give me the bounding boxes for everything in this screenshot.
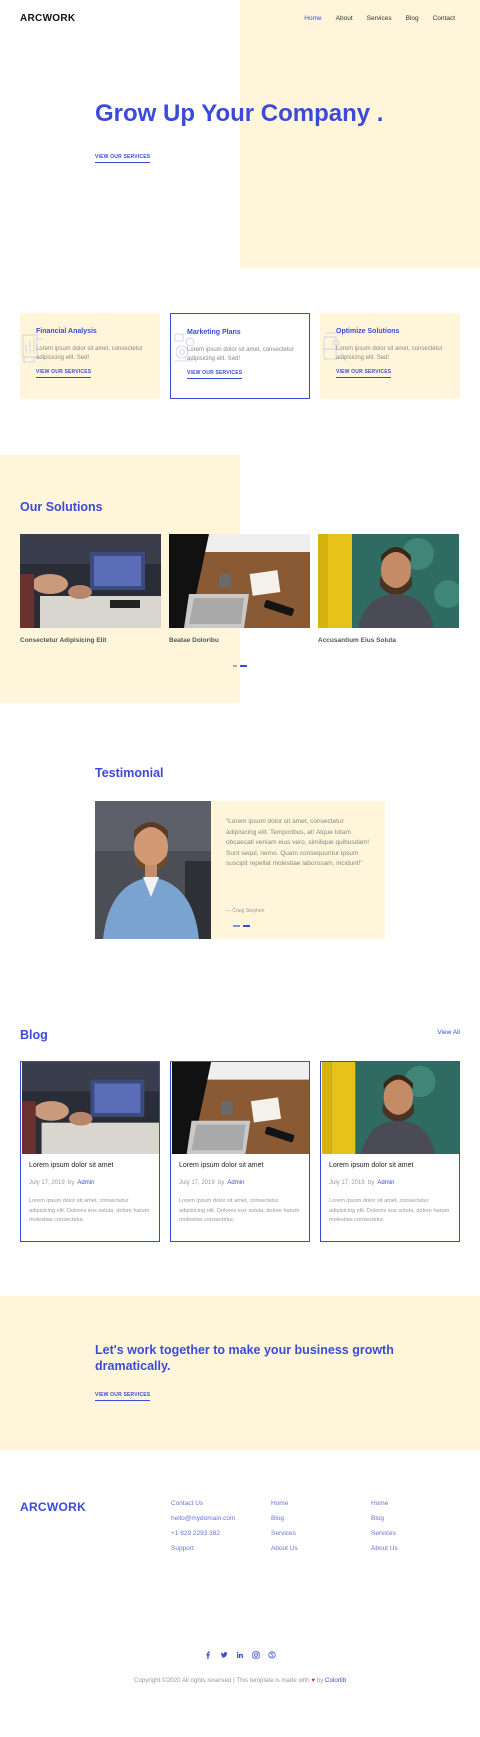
linkedin-icon[interactable] xyxy=(236,1646,244,1658)
blog-image-laptop xyxy=(172,1062,309,1154)
copyright: Copyright ©2020 All rights reserved | Th… xyxy=(0,1677,480,1684)
footer-link[interactable]: Contact Us xyxy=(171,1496,235,1511)
solution-caption[interactable]: Consectetur Adipisicing Elit xyxy=(20,637,106,644)
nav-about[interactable]: About xyxy=(336,15,353,22)
nav-contact[interactable]: Contact xyxy=(433,15,455,22)
blog-title: Blog xyxy=(20,1028,48,1042)
blog-post-author[interactable]: Admin xyxy=(77,1180,94,1186)
blog-post-excerpt: Lorem ipsum dolor sit amet, consectetur … xyxy=(179,1198,300,1223)
blog-image-meeting xyxy=(22,1062,159,1154)
blog-post-excerpt: Lorem ipsum dolor sit amet, consectetur … xyxy=(29,1198,150,1223)
carousel-dot-active[interactable] xyxy=(243,925,250,927)
service-title: Optimize Solutions xyxy=(336,328,400,335)
service-link[interactable]: VIEW OUR SERVICES xyxy=(336,369,392,378)
instagram-icon[interactable] xyxy=(252,1646,260,1659)
footer-link[interactable]: About Us xyxy=(371,1541,398,1556)
footer-logo[interactable]: ARCWORK xyxy=(20,1500,86,1514)
service-link[interactable]: VIEW OUR SERVICES xyxy=(36,369,92,378)
solutions-carousel-dots xyxy=(233,665,247,667)
blog-card[interactable]: Lorem ipsum dolor sit amet July 17, 2019… xyxy=(20,1061,160,1242)
testimonial-photo xyxy=(95,801,211,939)
nav-blog[interactable]: Blog xyxy=(406,15,419,22)
service-title: Marketing Plans xyxy=(187,329,241,336)
cta-title: Let's work together to make your busines… xyxy=(95,1343,394,1373)
footer-link[interactable]: Blog xyxy=(371,1511,398,1526)
footer-contact-column: Contact Us hello@mydomain.com +1 829 229… xyxy=(171,1496,235,1556)
nav-services[interactable]: Services xyxy=(367,15,392,22)
twitter-icon[interactable] xyxy=(220,1646,228,1658)
blog-post-title[interactable]: Lorem ipsum dolor sit amet xyxy=(179,1162,263,1169)
view-all-link[interactable]: View All xyxy=(437,1029,460,1036)
carousel-dot-active[interactable] xyxy=(240,665,247,667)
testimonial-carousel-dots xyxy=(233,925,250,927)
social-links xyxy=(0,1646,480,1659)
blog-post-date: July 17, 2019 xyxy=(329,1180,365,1186)
testimonial-quote: “Lorem ipsum dolor sit amet, consectetur… xyxy=(226,818,370,867)
blog-post-meta: July 17, 2019 by Admin xyxy=(29,1180,94,1186)
service-desc: Lorem ipsum dolor sit amet, consectetur … xyxy=(336,346,443,361)
blog-post-author[interactable]: Admin xyxy=(377,1180,394,1186)
hero-title: Grow Up Your Company . xyxy=(95,100,384,127)
site-logo[interactable]: ARCWORK xyxy=(20,13,75,24)
testimonial-title: Testimonial xyxy=(95,766,164,780)
copyright-by: by xyxy=(316,1677,324,1684)
footer-phone[interactable]: +1 829 2293 382 xyxy=(171,1526,235,1541)
blog-post-date: July 17, 2019 xyxy=(29,1180,65,1186)
blog-post-excerpt: Lorem ipsum dolor sit amet, consectetur … xyxy=(329,1198,450,1223)
blog-image-man-smiling xyxy=(322,1062,459,1154)
footer-link[interactable]: Home xyxy=(271,1496,298,1511)
carousel-dot[interactable] xyxy=(233,925,240,927)
footer-email[interactable]: hello@mydomain.com xyxy=(171,1511,235,1526)
blog-post-author[interactable]: Admin xyxy=(227,1180,244,1186)
blog-post-title[interactable]: Lorem ipsum dolor sit amet xyxy=(329,1162,413,1169)
blog-post-by: by xyxy=(368,1180,375,1186)
footer-link[interactable]: Blog xyxy=(271,1511,298,1526)
heart-icon: ♥ xyxy=(311,1677,316,1684)
service-title: Financial Analysis xyxy=(36,328,97,335)
footer-link[interactable]: Home xyxy=(371,1496,398,1511)
service-desc: Lorem ipsum dolor sit amet, consectetur … xyxy=(36,346,143,361)
service-card-marketing[interactable]: Marketing Plans Lorem ipsum dolor sit am… xyxy=(170,313,310,399)
blog-post-title[interactable]: Lorem ipsum dolor sit amet xyxy=(29,1162,113,1169)
footer-links-column: Home Blog Services About Us xyxy=(271,1496,298,1556)
footer-link[interactable]: About Us xyxy=(271,1541,298,1556)
cta-services-link[interactable]: VIEW OUR SERVICES xyxy=(95,1392,151,1401)
hero-background xyxy=(240,0,480,268)
solutions-title: Our Solutions xyxy=(20,500,103,514)
blog-post-by: by xyxy=(68,1180,75,1186)
footer-links-column: Home Blog Services About Us xyxy=(371,1496,398,1556)
hero-services-link[interactable]: VIEW OUR SERVICES xyxy=(95,154,151,163)
colorlib-link[interactable]: Colorlib xyxy=(325,1677,346,1684)
main-nav: Home About Services Blog Contact xyxy=(304,15,455,22)
skype-icon[interactable] xyxy=(268,1646,276,1659)
blog-card[interactable]: Lorem ipsum dolor sit amet July 17, 2019… xyxy=(170,1061,310,1242)
footer-link[interactable]: Services xyxy=(371,1526,398,1541)
service-link[interactable]: VIEW OUR SERVICES xyxy=(187,370,243,379)
solution-image-man-smiling[interactable] xyxy=(318,534,459,628)
service-card-financial[interactable]: Financial Analysis Lorem ipsum dolor sit… xyxy=(20,313,160,399)
blog-card[interactable]: Lorem ipsum dolor sit amet July 17, 2019… xyxy=(320,1061,460,1242)
service-desc: Lorem ipsum dolor sit amet, consectetur … xyxy=(187,347,294,362)
blog-post-by: by xyxy=(218,1180,225,1186)
copyright-text: Copyright ©2020 All rights reserved | Th… xyxy=(133,1677,310,1684)
solution-image-laptop[interactable] xyxy=(169,534,310,628)
solution-image-meeting[interactable] xyxy=(20,534,161,628)
blog-post-date: July 17, 2019 xyxy=(179,1180,215,1186)
service-card-optimize[interactable]: Optimize Solutions Lorem ipsum dolor sit… xyxy=(320,313,460,399)
blog-post-meta: July 17, 2019 by Admin xyxy=(329,1180,394,1186)
footer-link[interactable]: Support xyxy=(171,1541,235,1556)
testimonial-author: — Craig Stephen xyxy=(226,908,265,914)
blog-post-meta: July 17, 2019 by Admin xyxy=(179,1180,244,1186)
nav-home[interactable]: Home xyxy=(304,15,321,22)
facebook-icon[interactable] xyxy=(204,1646,212,1659)
carousel-dot[interactable] xyxy=(233,665,237,667)
footer-link[interactable]: Services xyxy=(271,1526,298,1541)
solution-caption[interactable]: Accusantium Eius Soluta xyxy=(318,637,396,644)
solution-caption[interactable]: Beatae Doloribu xyxy=(169,637,219,644)
